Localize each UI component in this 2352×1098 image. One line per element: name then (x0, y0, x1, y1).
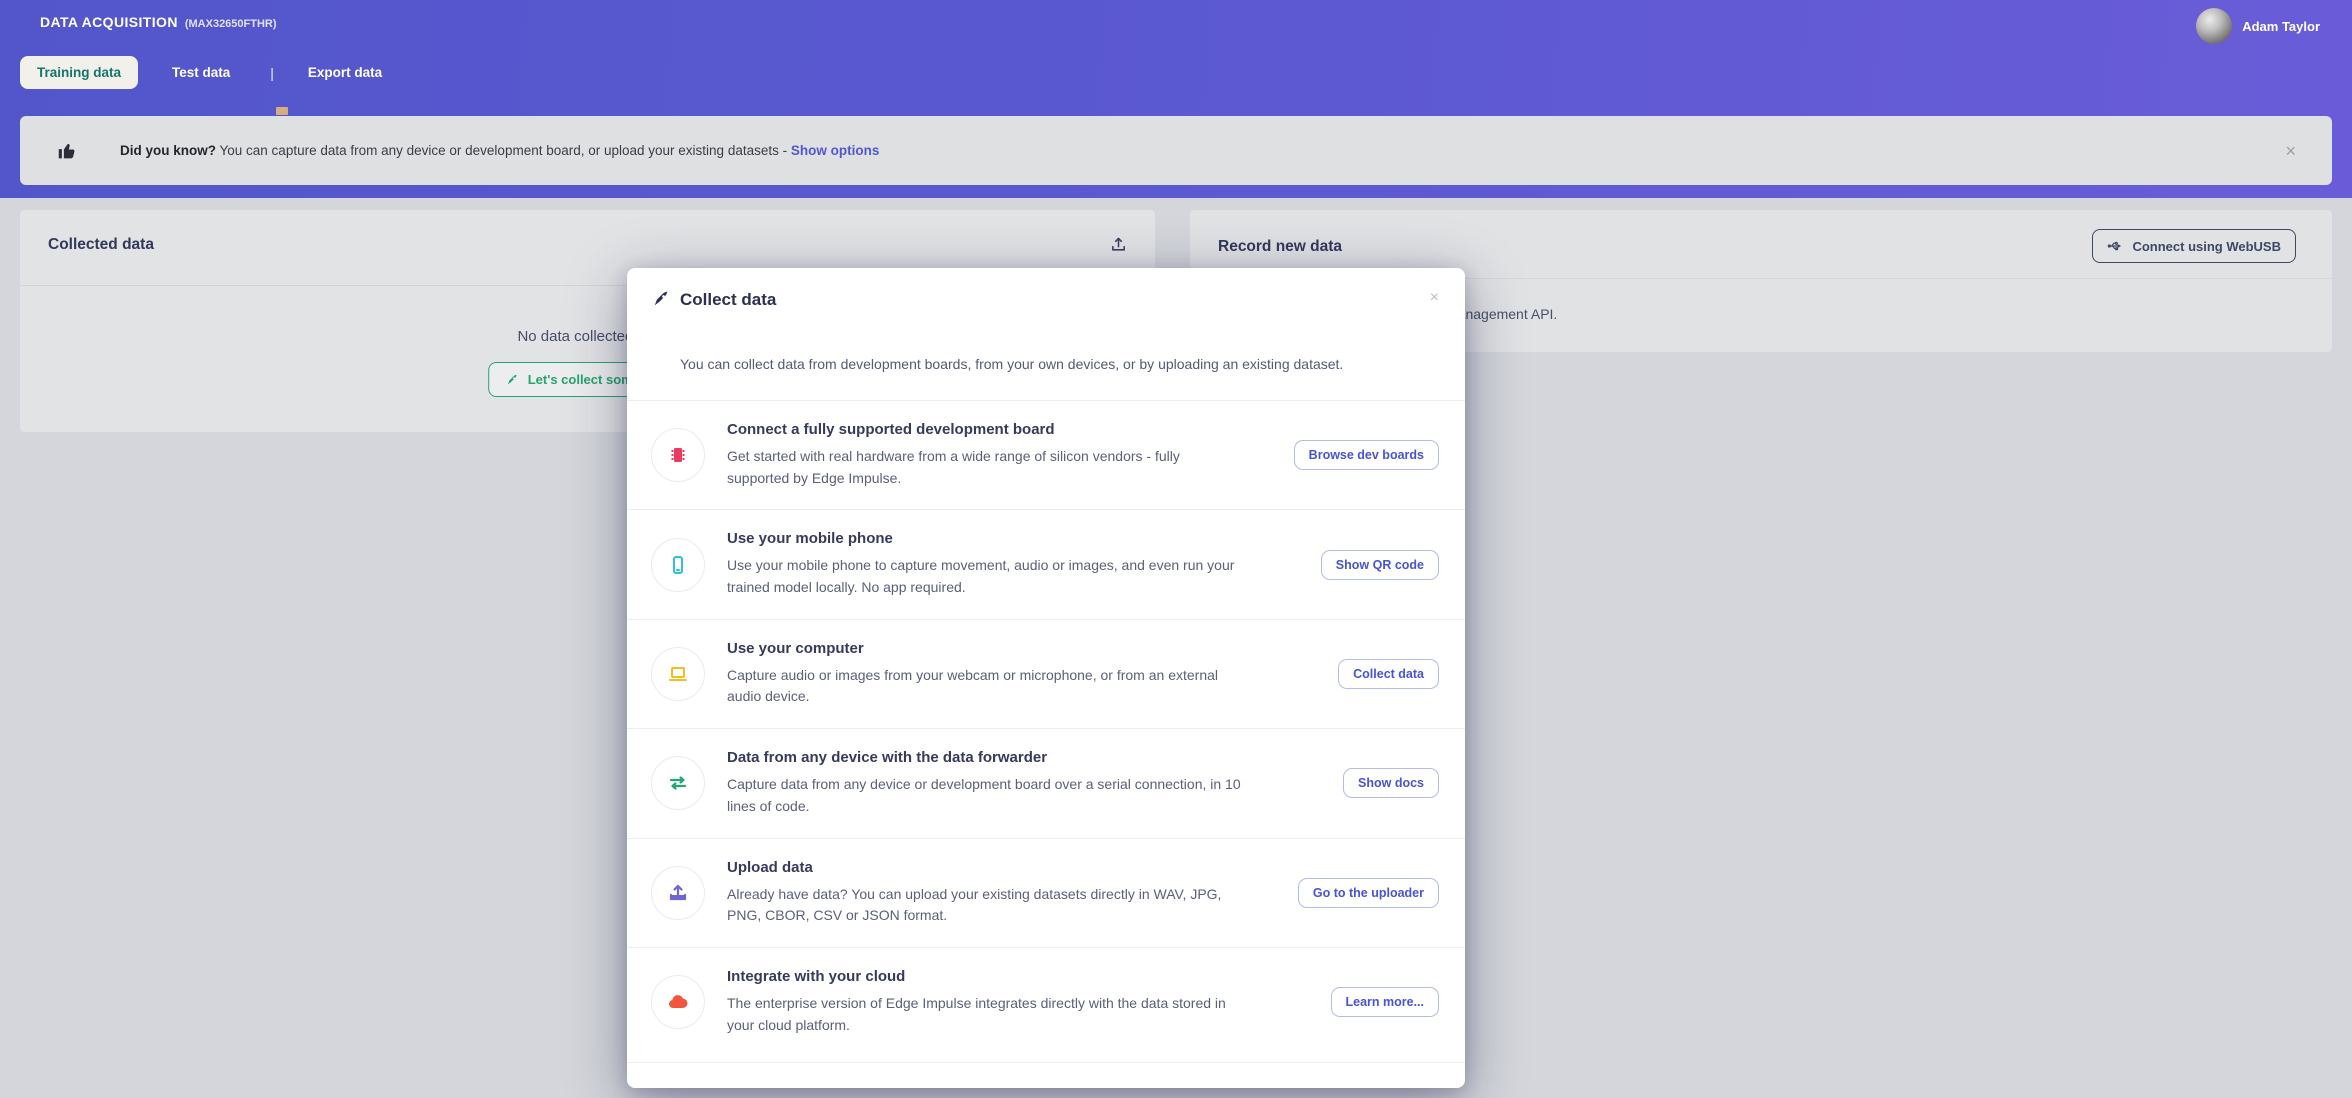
cloud-icon (651, 975, 705, 1029)
phone-icon (651, 538, 705, 592)
collected-data-title: Collected data (48, 236, 154, 254)
modal-footer (627, 1062, 1465, 1088)
option-description: The enterprise version of Edge Impulse i… (727, 993, 1242, 1036)
did-you-know-banner: Did you know? You can capture data from … (20, 116, 2332, 185)
banner-body-text: You can capture data from any device or … (216, 143, 791, 158)
tab-export-data[interactable]: Export data (308, 56, 382, 89)
collect-option-row-computer: Use your computer Capture audio or image… (627, 619, 1465, 728)
option-title: Use your mobile phone (727, 530, 1321, 547)
project-device-subtitle: (MAX32650FTHR) (185, 18, 277, 30)
transfer-arrows-icon (651, 756, 705, 810)
banner-text: Did you know? You can capture data from … (120, 143, 879, 158)
chip-icon (651, 428, 705, 482)
collect-option-row-upload-data: Upload data Already have data? You can u… (627, 838, 1465, 947)
collect-option-row-cloud: Integrate with your cloud The enterprise… (627, 947, 1465, 1056)
option-description: Capture audio or images from your webcam… (727, 665, 1242, 708)
thumbs-up-icon (56, 140, 78, 162)
tab-indicator-mark (276, 107, 288, 115)
collect-option-row-dev-board: Connect a fully supported development bo… (627, 400, 1465, 509)
collect-option-row-mobile-phone: Use your mobile phone Use your mobile ph… (627, 509, 1465, 618)
modal-title: Collect data (680, 290, 776, 310)
option-description: Use your mobile phone to capture movemen… (727, 555, 1242, 598)
show-options-link[interactable]: Show options (791, 143, 880, 158)
banner-close-icon[interactable]: × (2285, 142, 2296, 160)
upload-icon (651, 866, 705, 920)
user-name: Adam Taylor (2242, 19, 2320, 34)
user-menu[interactable]: Adam Taylor (2196, 8, 2320, 44)
tab-training-data[interactable]: Training data (20, 56, 138, 89)
show-docs-button[interactable]: Show docs (1343, 768, 1439, 798)
record-new-data-title: Record new data (1218, 238, 1342, 256)
collect-data-modal: Collect data × You can collect data from… (627, 268, 1465, 1088)
modal-subtitle: You can collect data from development bo… (680, 356, 1343, 372)
modal-close-icon[interactable]: × (1430, 290, 1439, 306)
app-header: DATA ACQUISITION (MAX32650FTHR) Adam Tay… (0, 0, 2352, 198)
collect-data-button[interactable]: Collect data (1338, 659, 1439, 689)
option-title: Connect a fully supported development bo… (727, 421, 1294, 438)
upload-tray-icon[interactable] (1110, 236, 1127, 258)
go-to-uploader-button[interactable]: Go to the uploader (1298, 878, 1439, 908)
page-title: DATA ACQUISITION (40, 14, 178, 30)
option-title: Data from any device with the data forwa… (727, 749, 1343, 766)
rocket-icon (505, 373, 519, 387)
avatar[interactable] (2196, 8, 2232, 44)
usb-icon (2107, 238, 2123, 254)
page-title-row: DATA ACQUISITION (MAX32650FTHR) (40, 14, 277, 30)
browse-dev-boards-button[interactable]: Browse dev boards (1294, 440, 1439, 470)
tab-separator: | (270, 65, 274, 81)
tab-bar: Training data Test data | Export data (20, 56, 382, 89)
option-description: Already have data? You can upload your e… (727, 884, 1242, 927)
rocket-icon (651, 289, 671, 314)
laptop-icon (651, 647, 705, 701)
option-description: Capture data from any device or developm… (727, 774, 1242, 817)
option-title: Upload data (727, 859, 1298, 876)
collect-option-row-data-forwarder: Data from any device with the data forwa… (627, 728, 1465, 837)
collect-options-list: Connect a fully supported development bo… (627, 400, 1465, 1056)
connect-webusb-button[interactable]: Connect using WebUSB (2092, 229, 2296, 263)
learn-more-button[interactable]: Learn more... (1331, 987, 1440, 1017)
banner-bold-text: Did you know? (120, 143, 216, 158)
option-title: Integrate with your cloud (727, 968, 1331, 985)
tab-test-data[interactable]: Test data (172, 56, 230, 89)
show-qr-code-button[interactable]: Show QR code (1321, 550, 1439, 580)
option-title: Use your computer (727, 640, 1338, 657)
option-description: Get started with real hardware from a wi… (727, 446, 1242, 489)
